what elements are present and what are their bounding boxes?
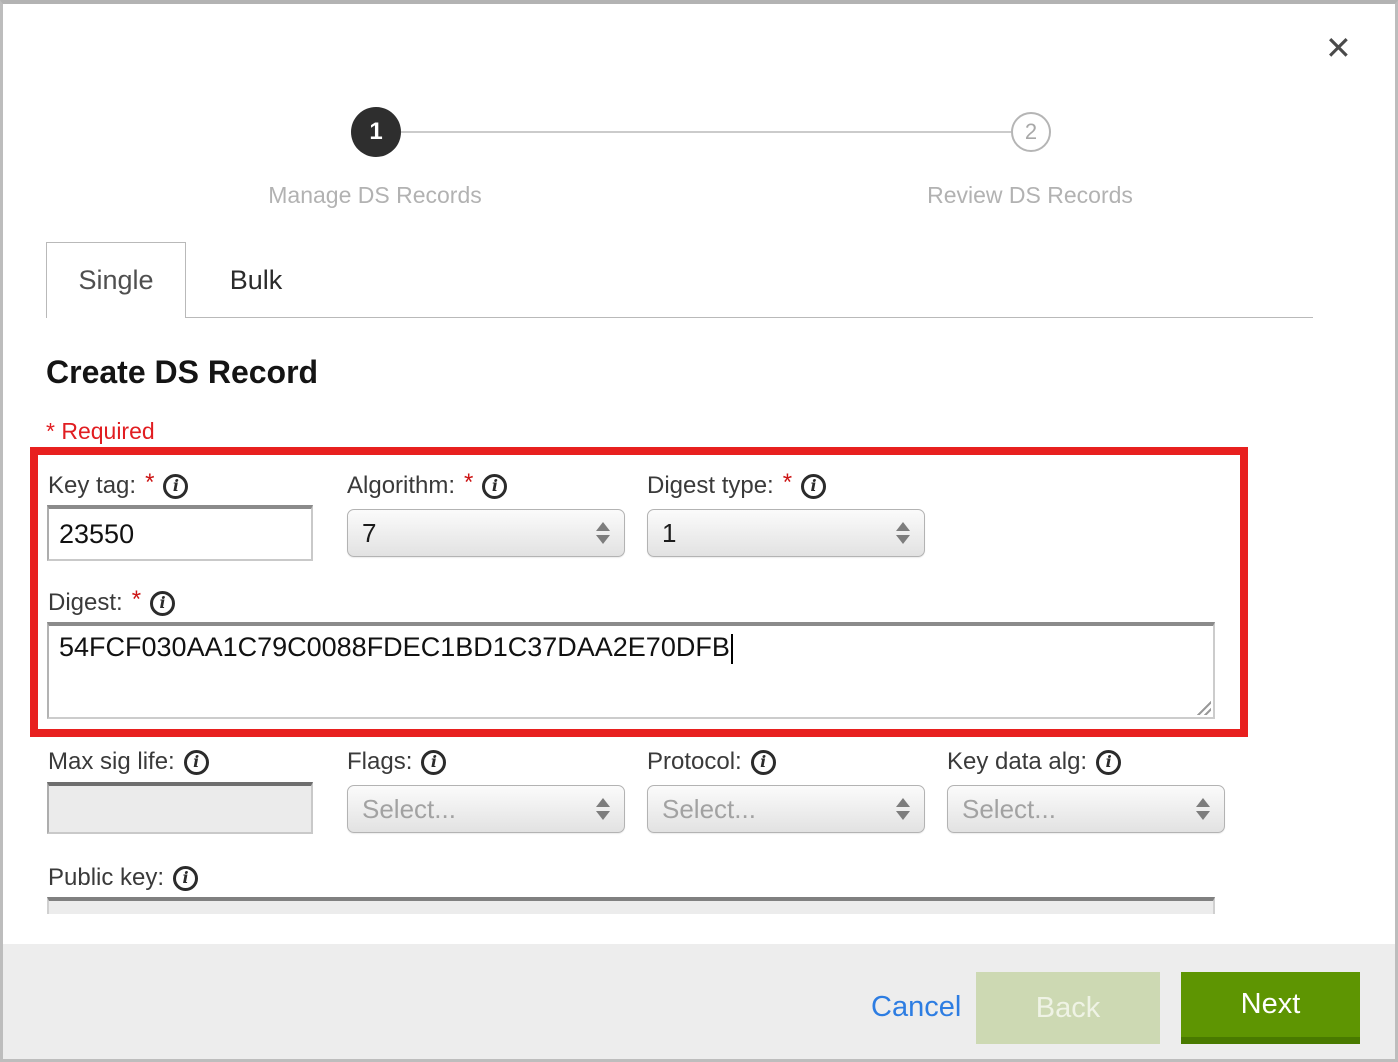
key-data-alg-select-value: Select... — [962, 794, 1188, 825]
public-key-label-text: Public key: — [48, 864, 164, 892]
digest-textarea[interactable]: 54FCF030AA1C79C0088FDEC1BD1C37DAA2E70DFB — [47, 622, 1215, 719]
required-asterisk: * — [464, 469, 473, 497]
next-button[interactable]: Next — [1181, 972, 1360, 1044]
stepper-connector-line — [401, 131, 1011, 133]
algorithm-select[interactable]: 7 — [347, 509, 625, 557]
flags-select[interactable]: Select... — [347, 785, 625, 833]
info-icon[interactable] — [184, 750, 209, 775]
info-icon[interactable] — [421, 750, 446, 775]
flags-select-value: Select... — [362, 794, 588, 825]
public-key-textarea[interactable] — [47, 897, 1215, 914]
step-2-circle: 2 — [1011, 112, 1051, 152]
step-1-label: Manage DS Records — [268, 182, 482, 209]
digest-type-select-value: 1 — [662, 518, 888, 549]
page-title: Create DS Record — [46, 354, 318, 391]
flags-label-text: Flags: — [347, 748, 412, 776]
select-stepper-arrows-icon — [896, 798, 910, 820]
info-icon[interactable] — [482, 474, 507, 499]
back-button[interactable]: Back — [976, 972, 1160, 1044]
key-tag-input[interactable]: 23550 — [47, 505, 313, 561]
tab-bulk[interactable]: Bulk — [186, 242, 326, 318]
select-stepper-arrows-icon — [596, 798, 610, 820]
protocol-select-value: Select... — [662, 794, 888, 825]
digest-type-select[interactable]: 1 — [647, 509, 925, 557]
max-sig-life-label-text: Max sig life: — [48, 748, 175, 776]
select-stepper-arrows-icon — [596, 522, 610, 544]
required-asterisk: * — [132, 586, 141, 614]
resize-handle-icon[interactable] — [1195, 699, 1211, 715]
info-icon[interactable] — [173, 866, 198, 891]
key-data-alg-select[interactable]: Select... — [947, 785, 1225, 833]
digest-type-label-text: Digest type: — [647, 472, 774, 500]
digest-type-label: Digest type: * — [647, 472, 826, 500]
close-icon[interactable]: ✕ — [1325, 32, 1352, 64]
protocol-label: Protocol: — [647, 748, 776, 776]
public-key-label: Public key: — [48, 864, 198, 892]
digest-label: Digest: * — [48, 589, 175, 617]
step-1-circle: 1 — [351, 107, 401, 157]
algorithm-label: Algorithm: * — [347, 472, 507, 500]
info-icon[interactable] — [1096, 750, 1121, 775]
select-stepper-arrows-icon — [896, 522, 910, 544]
step-2-label: Review DS Records — [927, 182, 1133, 209]
create-ds-record-dialog: ✕ 1 2 Manage DS Records Review DS Record… — [0, 0, 1398, 1062]
max-sig-life-input[interactable] — [47, 782, 313, 834]
protocol-select[interactable]: Select... — [647, 785, 925, 833]
key-tag-label: Key tag: * — [48, 472, 188, 500]
tab-single[interactable]: Single — [46, 242, 186, 318]
select-stepper-arrows-icon — [1196, 798, 1210, 820]
info-icon[interactable] — [751, 750, 776, 775]
text-cursor — [731, 634, 733, 664]
key-data-alg-label-text: Key data alg: — [947, 748, 1087, 776]
tab-divider — [186, 317, 1313, 318]
required-asterisk: * — [783, 469, 792, 497]
digest-label-text: Digest: — [48, 589, 123, 617]
algorithm-select-value: 7 — [362, 518, 588, 549]
key-tag-label-text: Key tag: — [48, 472, 136, 500]
info-icon[interactable] — [163, 474, 188, 499]
info-icon[interactable] — [150, 591, 175, 616]
required-note: * Required — [46, 418, 155, 445]
cancel-button[interactable]: Cancel — [871, 991, 961, 1024]
algorithm-label-text: Algorithm: — [347, 472, 455, 500]
required-asterisk: * — [145, 469, 154, 497]
max-sig-life-label: Max sig life: — [48, 748, 209, 776]
flags-label: Flags: — [347, 748, 446, 776]
protocol-label-text: Protocol: — [647, 748, 742, 776]
key-data-alg-label: Key data alg: — [947, 748, 1121, 776]
info-icon[interactable] — [801, 474, 826, 499]
digest-value: 54FCF030AA1C79C0088FDEC1BD1C37DAA2E70DFB — [59, 632, 730, 662]
